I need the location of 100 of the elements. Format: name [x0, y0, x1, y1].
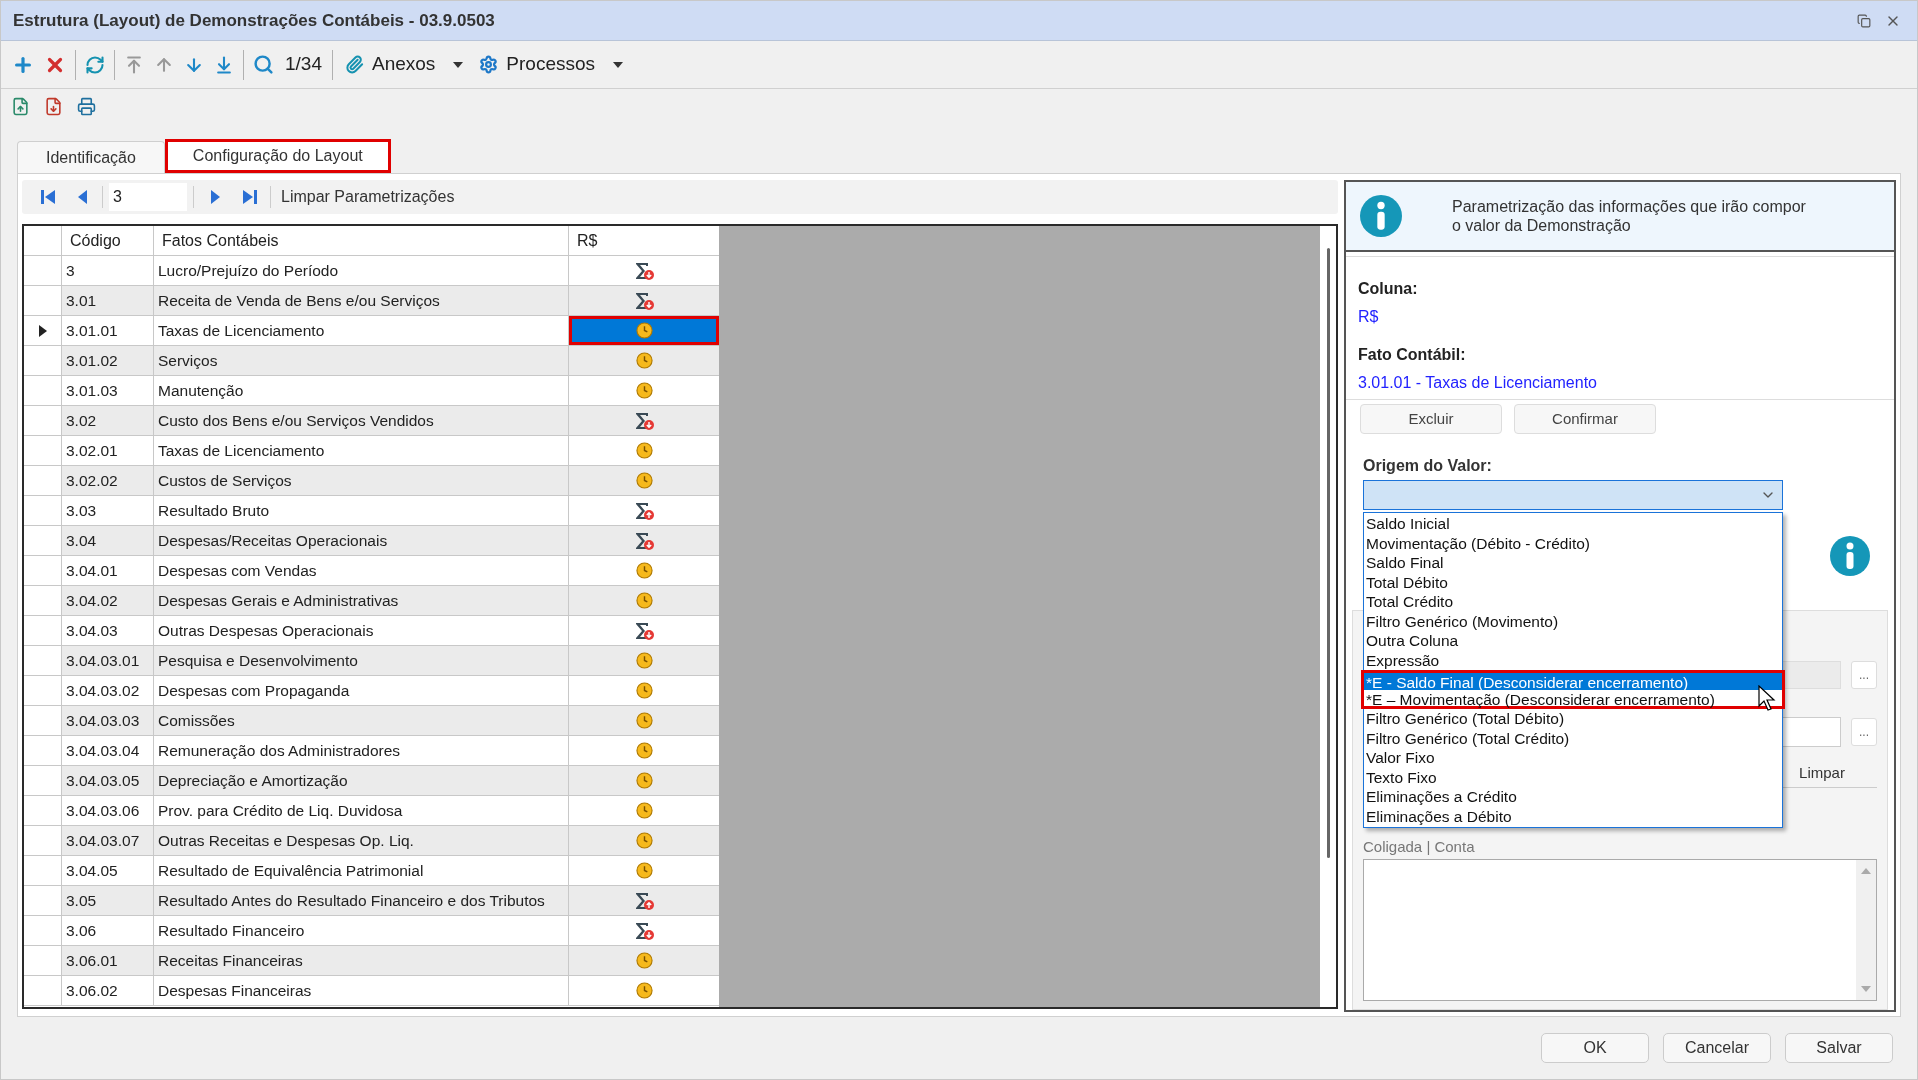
scrollbar-thumb[interactable] — [1326, 248, 1330, 858]
record-number-field[interactable]: 3 — [109, 183, 187, 211]
scroll-up-icon[interactable] — [1861, 867, 1871, 874]
table-cell: Prov. para Crédito de Liq. Duvidosa — [154, 796, 569, 825]
table-cell: Serviços — [154, 346, 569, 375]
clock-icon — [635, 862, 653, 879]
mouse-cursor-icon — [1758, 685, 1776, 711]
dialog-button[interactable]: Cancelar — [1663, 1033, 1771, 1063]
print-icon[interactable] — [77, 96, 96, 116]
table-cell: Resultado Antes do Resultado Financeiro e dos Tributos — [154, 886, 569, 915]
table-cell: 3.02.01 — [62, 436, 154, 465]
table-cell: Outras Despesas Operacionais — [154, 616, 569, 645]
column-header: Fatos Contábeis — [154, 226, 569, 255]
clock-icon — [635, 742, 653, 759]
export-file-icon[interactable] — [44, 96, 63, 116]
table-cell: 3.01.02 — [62, 346, 154, 375]
origin-dropdown[interactable] — [1363, 480, 1783, 510]
table-cell: 3.04.05 — [62, 856, 154, 885]
column-header: Código — [62, 226, 154, 255]
table-cell: Receita de Venda de Bens e/ou Serviços — [154, 286, 569, 315]
action-button[interactable]: Excluir — [1360, 404, 1502, 434]
table-cell: 3.04.03.06 — [62, 796, 154, 825]
clock-icon — [635, 802, 653, 819]
dropdown-option[interactable]: Expressão — [1364, 650, 1782, 670]
table-cell: 3.06.01 — [62, 946, 154, 975]
table-cell: Manutenção — [154, 376, 569, 405]
info-icon — [1360, 195, 1402, 237]
field-label: Fato Contábil: — [1358, 345, 1467, 365]
last-record-icon[interactable] — [242, 189, 258, 205]
clock-icon — [635, 562, 653, 579]
dialog-button[interactable]: OK — [1541, 1033, 1649, 1063]
table-cell: 3.04.03.01 — [62, 646, 154, 675]
tab[interactable]: Configuração do Layout — [164, 139, 391, 173]
field-label: Origem do Valor: — [1363, 456, 1493, 476]
clock-icon — [635, 832, 653, 849]
table-cell: Taxas de Licenciamento — [154, 436, 569, 465]
tab[interactable]: Identificação — [17, 141, 165, 173]
field-label: Coluna: — [1358, 279, 1419, 299]
clock-icon — [635, 982, 653, 999]
browse-button[interactable]: ... — [1851, 661, 1877, 689]
clock-icon — [635, 652, 653, 669]
dropdown-option[interactable]: Filtro Genérico (Total Débito) — [1364, 709, 1782, 729]
dialog-button[interactable]: Salvar — [1785, 1033, 1893, 1063]
dropdown-option[interactable]: Saldo Inicial — [1364, 514, 1782, 534]
table-cell: 3.01.03 — [62, 376, 154, 405]
table-cell: 3.04.03 — [62, 616, 154, 645]
sum-up-arrow-icon — [634, 501, 654, 520]
sum-down-arrow-icon — [634, 921, 654, 940]
table-cell: 3 — [62, 256, 154, 285]
field-value: 3.01.01 - Taxas de Licenciamento — [1358, 373, 1598, 393]
table-cell: 3.04.03.07 — [62, 826, 154, 855]
table-cell: 3.02 — [62, 406, 154, 435]
dropdown-option[interactable]: Outra Coluna — [1364, 631, 1782, 651]
table-cell[interactable] — [569, 316, 719, 345]
action-button[interactable]: Confirmar — [1514, 404, 1656, 434]
table-cell: Pesquisa e Desenvolvimento — [154, 646, 569, 675]
info-icon — [1830, 536, 1870, 576]
caret-icon — [453, 61, 464, 68]
toolbar-menu[interactable]: Anexos — [337, 48, 472, 81]
previous-record-icon[interactable] — [76, 189, 88, 205]
restore-icon[interactable] — [1857, 13, 1871, 28]
table-cell: 3.01.01 — [62, 316, 154, 345]
dropdown-option[interactable]: Eliminações a Débito — [1364, 806, 1782, 826]
arrow-to-top-icon — [124, 54, 144, 75]
clock-icon — [635, 442, 653, 459]
sum-up-arrow-icon — [634, 891, 654, 910]
field-value: R$ — [1358, 307, 1380, 327]
dropdown-option[interactable]: *E - Saldo Final (Desconsiderar encerramento) — [1361, 670, 1785, 690]
scrollbar[interactable] — [1856, 859, 1876, 1000]
paperclip-icon — [345, 55, 364, 74]
dropdown-option[interactable]: Eliminações a Crédito — [1364, 787, 1782, 807]
dropdown-option[interactable]: Total Débito — [1364, 572, 1782, 592]
sum-down-arrow-icon — [634, 621, 654, 640]
dropdown-option[interactable]: Filtro Genérico (Total Crédito) — [1364, 728, 1782, 748]
table-cell: 3.01 — [62, 286, 154, 315]
list-box[interactable] — [1363, 858, 1877, 1001]
current-row-indicator-icon — [38, 324, 47, 337]
search-icon — [253, 54, 274, 75]
dropdown-option[interactable]: Movimentação (Débito - Crédito) — [1364, 533, 1782, 553]
table-cell: 3.04.02 — [62, 586, 154, 615]
caret-icon — [613, 61, 624, 68]
table-cell: 3.06.02 — [62, 976, 154, 1005]
dropdown-option[interactable]: Total Crédito — [1364, 592, 1782, 612]
table-cell: 3.05 — [62, 886, 154, 915]
scroll-down-icon[interactable] — [1861, 986, 1871, 992]
record-counter: 1/34 — [284, 52, 323, 77]
clear-parameters-button[interactable]: Limpar Parametrizações — [277, 185, 459, 209]
table-cell: Lucro/Prejuízo do Período — [154, 256, 569, 285]
clock-icon — [635, 952, 653, 969]
dropdown-option[interactable]: Filtro Genérico (Movimento) — [1364, 611, 1782, 631]
table-cell: 3.04.01 — [62, 556, 154, 585]
dropdown-option[interactable]: Saldo Final — [1364, 553, 1782, 573]
table-cell: Comissões — [154, 706, 569, 735]
toolbar-menu[interactable]: Processos — [471, 48, 632, 81]
table-cell: Outras Receitas e Despesas Op. Liq. — [154, 826, 569, 855]
next-record-icon[interactable] — [210, 189, 222, 205]
import-file-icon[interactable] — [11, 96, 30, 116]
first-record-icon[interactable] — [40, 189, 56, 205]
table-cell: 3.02.02 — [62, 466, 154, 495]
browse-button[interactable]: ... — [1851, 718, 1877, 746]
